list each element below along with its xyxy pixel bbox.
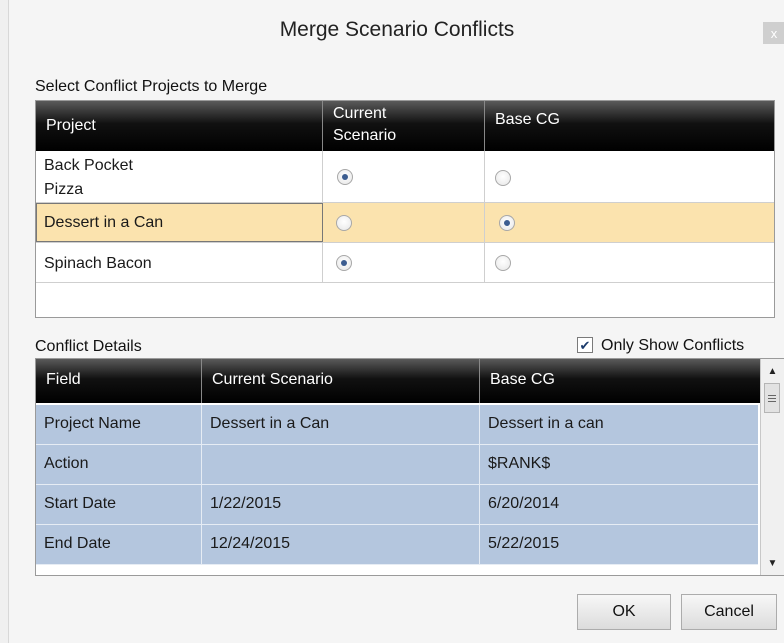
title-bar: Merge Scenario Conflicts x <box>9 0 784 62</box>
project-name: Spinach Bacon <box>44 255 152 272</box>
base-cg-cell: 6/20/2014 <box>488 495 560 512</box>
column-header-field[interactable]: Field <box>36 359 202 403</box>
field-cell: Start Date <box>44 495 117 512</box>
base-cg-radio[interactable] <box>495 255 511 271</box>
projects-table-header: Project Current Scenario Base CG <box>36 101 774 151</box>
only-show-conflicts-checkbox[interactable]: ✔ <box>577 337 593 353</box>
project-name: Dessert in a Can <box>44 214 164 231</box>
column-header-current-scenario[interactable]: Current Scenario <box>202 359 480 403</box>
scroll-down-icon[interactable]: ▼ <box>761 553 784 573</box>
table-row[interactable]: Action $RANK$ <box>36 445 758 485</box>
details-section-label: Conflict Details <box>35 338 142 355</box>
project-name-line2: Pizza <box>44 181 84 198</box>
current-scenario-cell: Dessert in a Can <box>210 415 330 432</box>
scroll-thumb[interactable] <box>764 383 780 413</box>
cancel-button[interactable]: Cancel <box>681 594 777 630</box>
column-header-base-cg[interactable]: Base CG <box>485 101 774 151</box>
base-cg-cell: Dessert in a can <box>488 415 604 432</box>
field-cell: Project Name <box>44 415 141 432</box>
project-name: Back Pocket <box>44 157 133 174</box>
current-scenario-radio[interactable] <box>337 169 353 185</box>
only-show-conflicts-label[interactable]: Only Show Conflicts <box>601 337 744 355</box>
project-row[interactable]: Spinach Bacon <box>36 243 774 283</box>
current-scenario-radio[interactable] <box>336 215 352 231</box>
dialog-title: Merge Scenario Conflicts <box>279 18 515 41</box>
base-cg-cell: 5/22/2015 <box>488 535 560 552</box>
base-cg-cell: $RANK$ <box>488 455 551 472</box>
column-header-base-cg[interactable]: Base CG <box>480 359 760 403</box>
current-scenario-cell: 12/24/2015 <box>210 535 291 552</box>
vertical-scrollbar[interactable]: ▲ ▼ <box>760 359 784 575</box>
merge-dialog: Merge Scenario Conflicts x Select Confli… <box>8 0 784 643</box>
projects-table: Project Current Scenario Base CG Back Po… <box>35 100 775 318</box>
base-cg-radio[interactable] <box>495 170 511 186</box>
project-row[interactable]: Back Pocket Pizza <box>36 151 774 203</box>
column-header-project[interactable]: Project <box>36 101 323 151</box>
base-cg-radio[interactable] <box>499 215 515 231</box>
close-button[interactable]: x <box>763 22 784 44</box>
scroll-up-icon[interactable]: ▲ <box>761 361 784 381</box>
details-table-header: Field Current Scenario Base CG <box>36 359 760 403</box>
current-scenario-radio[interactable] <box>336 255 352 271</box>
close-icon: x <box>770 25 778 41</box>
checkmark-icon: ✔ <box>579 337 591 353</box>
ok-button[interactable]: OK <box>577 594 671 630</box>
projects-section-label: Select Conflict Projects to Merge <box>35 78 268 95</box>
project-row[interactable]: Dessert in a Can <box>36 203 774 243</box>
column-header-current-scenario[interactable]: Current Scenario <box>323 101 485 151</box>
table-row[interactable]: Start Date 1/22/2015 6/20/2014 <box>36 485 758 525</box>
current-scenario-cell: 1/22/2015 <box>210 495 282 512</box>
field-cell: End Date <box>44 535 111 552</box>
table-row[interactable]: Project Name Dessert in a Can Dessert in… <box>36 405 758 445</box>
table-row[interactable]: End Date 12/24/2015 5/22/2015 <box>36 525 758 565</box>
field-cell: Action <box>44 455 89 472</box>
conflict-details-table: Field Current Scenario Base CG Project N… <box>35 358 784 576</box>
